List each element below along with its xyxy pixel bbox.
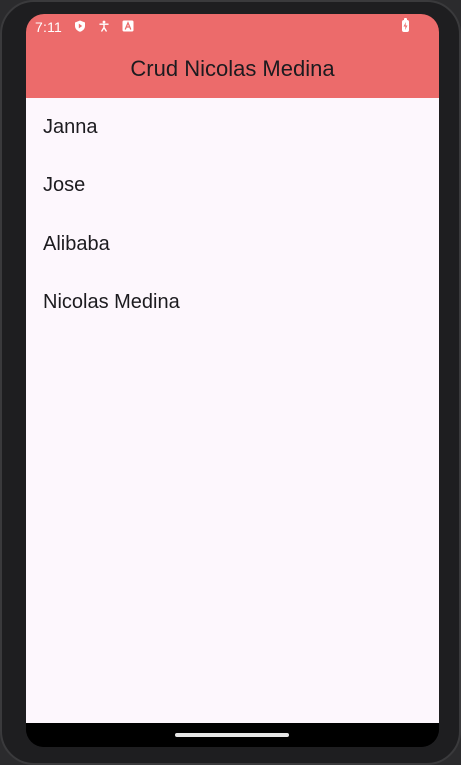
main-content: Janna Jose Alibaba Nicolas Medina [26,98,439,747]
device-frame: 7:11 Crud Nicolas Medina Janna Jose Alib… [0,0,461,765]
play-protect-icon [74,20,86,32]
list-item[interactable]: Nicolas Medina [26,274,439,333]
accessibility-icon [98,20,110,32]
navigation-bar [26,723,439,747]
font-a-icon [122,20,134,32]
page-title: Crud Nicolas Medina [130,56,335,81]
list-item[interactable]: Janna [26,98,439,157]
home-indicator[interactable] [175,733,289,737]
contact-list: Janna Jose Alibaba Nicolas Medina [26,98,439,332]
status-bar: 7:11 [26,14,439,40]
status-time: 7:11 [35,19,63,35]
battery-charging-icon [402,18,409,32]
list-item[interactable]: Jose [26,157,439,216]
phone-screen: 7:11 Crud Nicolas Medina Janna Jose Alib… [26,14,439,747]
list-item[interactable]: Alibaba [26,215,439,274]
app-bar: Crud Nicolas Medina [26,40,439,98]
